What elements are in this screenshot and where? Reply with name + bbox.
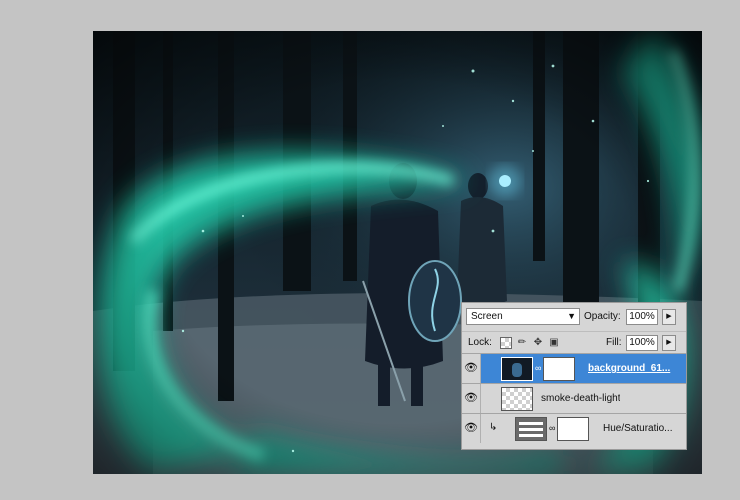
move-arrows-icon[interactable]: ✥: [532, 337, 544, 349]
chevron-down-icon: ▼: [567, 311, 576, 321]
layers-panel: Screen ▼ Opacity: 100% ▶ Lock: ✏ ✥ ▣ Fil…: [461, 302, 687, 450]
adjustment-thumbnail: [515, 417, 547, 441]
layer-row[interactable]: 👁 smoke-death-light: [462, 383, 686, 413]
blend-mode-select[interactable]: Screen ▼: [466, 308, 580, 325]
layer-thumbnail: [501, 357, 533, 381]
brush-icon[interactable]: ✏: [516, 337, 528, 349]
opacity-flyout-button[interactable]: ▶: [662, 309, 676, 325]
link-icon[interactable]: ∞: [549, 423, 555, 433]
fill-label: Fill:: [606, 337, 622, 348]
lock-label: Lock:: [468, 337, 492, 348]
layer-row[interactable]: 👁 ↳ ∞ Hue/Saturatio...: [462, 413, 686, 443]
layer-content[interactable]: smoke-death-light: [481, 384, 686, 413]
link-icon[interactable]: ∞: [535, 363, 541, 373]
layer-content[interactable]: ∞ background_61...: [481, 354, 686, 383]
adjustment-bar: [519, 434, 543, 437]
layer-name: Hue/Saturatio...: [603, 423, 673, 434]
clip-arrow-icon: ↳: [489, 422, 498, 433]
layer-mask-thumbnail[interactable]: [543, 357, 575, 381]
layer-row[interactable]: 👁 ∞ background_61...: [462, 353, 686, 383]
adjustment-bar: [519, 428, 543, 431]
triangle-right-icon: ▶: [666, 313, 672, 320]
padlock-icon[interactable]: ▣: [548, 337, 560, 349]
blend-mode-value: Screen: [471, 311, 503, 322]
eye-icon[interactable]: 👁: [462, 414, 481, 443]
checker-lock-icon[interactable]: [500, 337, 512, 349]
blend-opacity-row: Screen ▼ Opacity: 100% ▶: [462, 303, 686, 331]
layer-thumbnail: [501, 387, 533, 411]
layer-content[interactable]: ↳ ∞ Hue/Saturatio...: [481, 414, 686, 443]
fill-flyout-button[interactable]: ▶: [662, 335, 676, 351]
layer-mask-thumbnail[interactable]: [557, 417, 589, 441]
eye-icon[interactable]: 👁: [462, 354, 481, 383]
fill-field[interactable]: 100%: [626, 335, 658, 351]
layer-name: background_61...: [588, 363, 671, 374]
opacity-field[interactable]: 100%: [626, 309, 658, 325]
lock-fill-row: Lock: ✏ ✥ ▣ Fill: 100% ▶: [462, 331, 686, 354]
triangle-right-icon: ▶: [666, 339, 672, 346]
adjustment-bar: [519, 422, 543, 425]
layer-name: smoke-death-light: [541, 393, 621, 404]
eye-icon[interactable]: 👁: [462, 384, 481, 413]
thumbnail-figure: [512, 363, 522, 377]
opacity-label: Opacity:: [584, 311, 621, 322]
